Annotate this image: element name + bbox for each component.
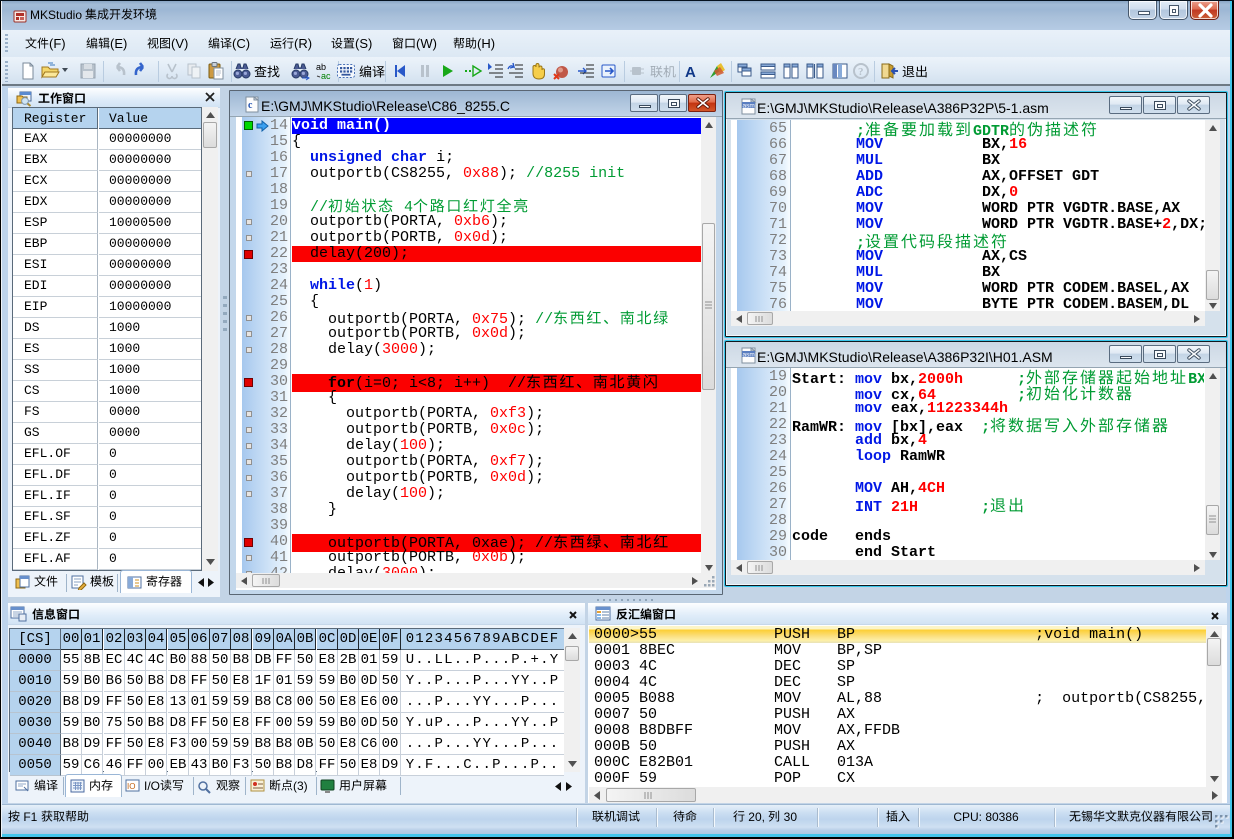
svg-text:asm: asm <box>743 352 755 359</box>
svg-text:ac: ac <box>321 71 331 81</box>
svg-text:IO: IO <box>127 782 135 791</box>
svg-text:?: ? <box>858 66 864 78</box>
svg-text:A: A <box>685 64 696 81</box>
svg-text:c: c <box>248 100 253 111</box>
svg-text:asm: asm <box>743 103 755 110</box>
